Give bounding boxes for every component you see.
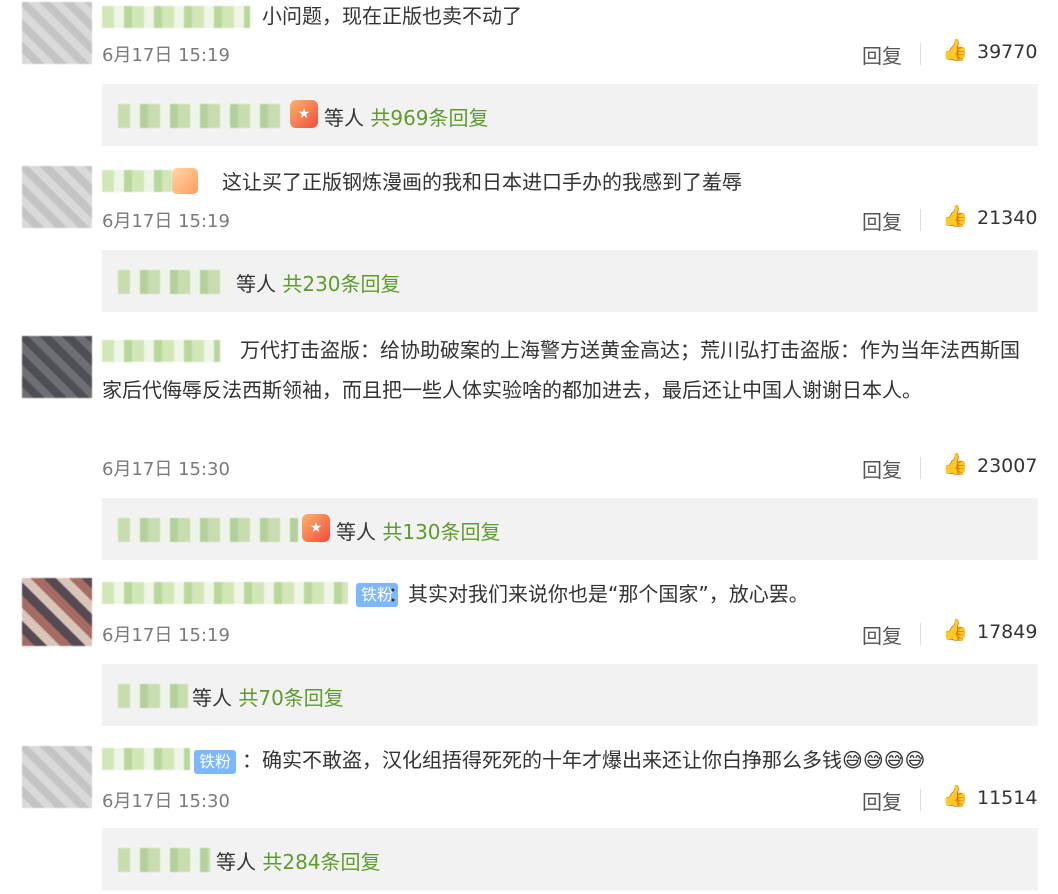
replier-names-blurred [118,104,282,128]
thumbs-up-icon[interactable]: 👍 [942,204,968,229]
reply-button[interactable]: 回复 [862,206,902,235]
username-blurred[interactable] [102,6,250,28]
replies-count[interactable]: 共284条回复 [262,850,380,874]
replier-names-blurred [118,848,210,872]
replies-box[interactable]: 等人 共70条回复 [102,664,1038,726]
like-count: 21340 [977,207,1038,229]
comment-text: ：确实不敢盗，汉化组捂得死死的十年才爆出来还让你白挣那么多钱😅😅😅😅 [242,748,926,772]
replies-label: 等人 [216,850,256,874]
comment-time: 6月17日 15:19 [102,45,230,66]
divider [920,457,921,479]
thumbs-up-icon[interactable]: 👍 [942,618,968,643]
comment-time: 6月17日 15:30 [102,459,230,480]
username-blurred[interactable] [102,582,348,604]
replies-summary[interactable]: 等人 共230条回复 [236,268,401,297]
replies-label: 等人 [236,272,276,296]
replies-box[interactable]: 等人 共230条回复 [102,250,1038,312]
replies-box[interactable]: 等人 共284条回复 [102,828,1038,890]
thumbs-up-icon[interactable]: 👍 [942,452,968,477]
thumbs-up-icon[interactable]: 👍 [942,38,968,63]
divider [920,209,921,231]
fan-badge-icon: ★ [290,100,318,128]
replies-label: 等人 [192,686,232,710]
comment-text: ：其实对我们来说你也是“那个国家”，放心罢。 [388,582,809,606]
fan-badge-icon [172,168,198,194]
reply-button[interactable]: 回复 [862,454,902,483]
fan-badge-icon: ★ [302,514,330,542]
avatar[interactable] [22,746,92,808]
avatar[interactable] [22,166,92,228]
comment-time: 6月17日 15:19 [102,211,230,232]
replier-names-blurred [118,270,228,294]
reply-button[interactable]: 回复 [862,620,902,649]
comment-text: 小问题，现在正版也卖不动了 [262,4,522,28]
divider [920,43,921,65]
avatar[interactable] [22,336,92,398]
comment-time: 6月17日 15:19 [102,625,230,646]
avatar[interactable] [22,578,92,646]
replies-box[interactable]: ★ 等人 共130条回复 [102,498,1038,560]
reply-button[interactable]: 回复 [862,40,902,69]
fan-tag: 铁粉 [194,750,237,774]
like-count: 11514 [977,787,1038,809]
replies-summary[interactable]: 等人 共70条回复 [192,682,344,711]
comment-text: 这让买了正版钢炼漫画的我和日本进口手办的我感到了羞辱 [222,170,742,194]
comment-text: 万代打击盗版：给协助破案的上海警方送黄金高达；荒川弘打击盗版：作为当年法西斯国家… [102,338,1020,402]
replies-count[interactable]: 共130条回复 [382,520,500,544]
comment-time: 6月17日 15:30 [102,791,230,812]
replies-summary[interactable]: 等人 共284条回复 [216,846,381,875]
replies-label: 等人 [336,520,376,544]
divider [920,623,921,645]
like-count: 17849 [977,621,1038,643]
replies-summary[interactable]: 等人 共130条回复 [336,516,501,545]
reply-button[interactable]: 回复 [862,786,902,815]
replies-label: 等人 [324,106,364,130]
divider [920,789,921,811]
replies-count[interactable]: 共969条回复 [370,106,488,130]
replies-summary[interactable]: 等人 共969条回复 [324,102,489,131]
replies-count[interactable]: 共70条回复 [238,686,343,710]
like-count: 23007 [977,455,1038,477]
like-count: 39770 [977,41,1038,63]
thumbs-up-icon[interactable]: 👍 [942,784,968,809]
username-blurred[interactable] [102,748,190,770]
replier-names-blurred [118,518,298,542]
replies-box[interactable]: ★ 等人 共969条回复 [102,84,1038,146]
replies-count[interactable]: 共230条回复 [282,272,400,296]
replier-names-blurred [118,684,188,708]
username-blurred[interactable] [102,170,172,192]
avatar[interactable] [22,2,92,64]
